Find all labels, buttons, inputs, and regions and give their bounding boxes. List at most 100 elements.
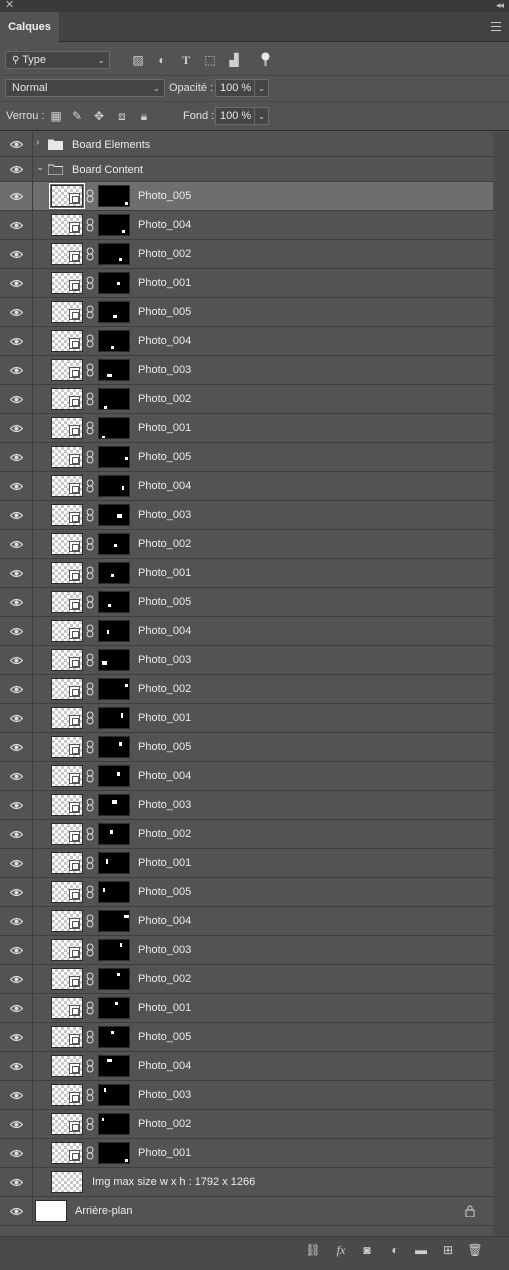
layer-mask-thumbnail[interactable] bbox=[98, 968, 130, 990]
layer-row[interactable]: Photo_005 bbox=[0, 588, 493, 617]
visibility-toggle[interactable] bbox=[0, 820, 33, 848]
layer-row[interactable]: Photo_005 bbox=[0, 1023, 493, 1052]
smart-object-filter-icon[interactable]: ▟ bbox=[227, 53, 241, 67]
lock-image-icon[interactable]: ✎ bbox=[70, 109, 84, 123]
visibility-toggle[interactable] bbox=[0, 240, 33, 268]
layer-row[interactable]: Photo_001 bbox=[0, 414, 493, 443]
visibility-toggle[interactable] bbox=[0, 327, 33, 355]
layer-mask-thumbnail[interactable] bbox=[98, 591, 130, 613]
visibility-toggle[interactable] bbox=[0, 1023, 33, 1051]
layer-row[interactable]: Photo_002 bbox=[0, 1110, 493, 1139]
layer-mask-thumbnail[interactable] bbox=[98, 736, 130, 758]
lock-position-icon[interactable]: ✥ bbox=[92, 109, 106, 123]
layer-mask-thumbnail[interactable] bbox=[98, 388, 130, 410]
link-icon[interactable] bbox=[86, 450, 94, 464]
layer-row[interactable]: Photo_002 bbox=[0, 965, 493, 994]
layer-mask-thumbnail[interactable] bbox=[98, 359, 130, 381]
link-icon[interactable] bbox=[86, 1146, 94, 1160]
layer-mask-thumbnail[interactable] bbox=[98, 910, 130, 932]
link-icon[interactable] bbox=[86, 653, 94, 667]
chevron-right-icon[interactable]: › bbox=[36, 137, 39, 148]
layer-group-row[interactable]: › Board Elements bbox=[0, 132, 493, 157]
visibility-toggle[interactable] bbox=[0, 414, 33, 442]
lock-transparency-icon[interactable]: ▦ bbox=[49, 109, 63, 123]
shape-filter-icon[interactable]: ⬚ bbox=[203, 53, 217, 67]
chevron-down-icon[interactable]: ⌄ bbox=[36, 162, 44, 173]
link-icon[interactable] bbox=[86, 508, 94, 522]
visibility-toggle[interactable] bbox=[0, 269, 33, 297]
blend-mode-dropdown[interactable]: Normal ⌄ bbox=[5, 79, 165, 97]
image-filter-icon[interactable]: ▨ bbox=[131, 53, 145, 67]
link-icon[interactable] bbox=[86, 885, 94, 899]
link-icon[interactable] bbox=[86, 1030, 94, 1044]
link-icon[interactable] bbox=[86, 1117, 94, 1131]
visibility-toggle[interactable] bbox=[0, 1197, 33, 1225]
tab-calques[interactable]: Calques bbox=[0, 12, 59, 42]
layer-mask-thumbnail[interactable] bbox=[98, 417, 130, 439]
layer-row[interactable]: Photo_004 bbox=[0, 211, 493, 240]
layer-row[interactable]: Img max size w x h : 1792 x 1266 bbox=[0, 1168, 493, 1197]
layer-row[interactable]: Photo_001 bbox=[0, 269, 493, 298]
filter-toggle-icon[interactable] bbox=[261, 52, 270, 67]
layer-mask-thumbnail[interactable] bbox=[98, 678, 130, 700]
visibility-toggle[interactable] bbox=[0, 356, 33, 384]
link-icon[interactable] bbox=[86, 624, 94, 638]
layer-mask-thumbnail[interactable] bbox=[98, 446, 130, 468]
layer-row[interactable]: Photo_004 bbox=[0, 907, 493, 936]
scrollbar[interactable] bbox=[493, 132, 509, 1236]
visibility-toggle[interactable] bbox=[0, 182, 33, 210]
link-icon[interactable] bbox=[86, 856, 94, 870]
layer-mask-thumbnail[interactable] bbox=[98, 765, 130, 787]
link-icon[interactable] bbox=[86, 392, 94, 406]
opacity-chevron-icon[interactable]: ⌄ bbox=[255, 79, 269, 97]
visibility-toggle[interactable] bbox=[0, 936, 33, 964]
visibility-toggle[interactable] bbox=[0, 132, 33, 156]
layer-mask-thumbnail[interactable] bbox=[98, 330, 130, 352]
layer-row[interactable]: Photo_004 bbox=[0, 472, 493, 501]
layer-row[interactable]: Photo_005 bbox=[0, 182, 493, 211]
layer-row[interactable]: Photo_001 bbox=[0, 1139, 493, 1168]
layer-mask-thumbnail[interactable] bbox=[98, 214, 130, 236]
visibility-toggle[interactable] bbox=[0, 965, 33, 993]
link-icon[interactable] bbox=[86, 1088, 94, 1102]
layer-mask-thumbnail[interactable] bbox=[98, 504, 130, 526]
layer-row[interactable]: Photo_004 bbox=[0, 1052, 493, 1081]
layer-mask-thumbnail[interactable] bbox=[98, 649, 130, 671]
visibility-toggle[interactable] bbox=[0, 791, 33, 819]
link-icon[interactable] bbox=[86, 247, 94, 261]
link-icon[interactable] bbox=[86, 972, 94, 986]
layer-mask-thumbnail[interactable] bbox=[98, 1055, 130, 1077]
link-icon[interactable] bbox=[86, 363, 94, 377]
layer-row[interactable]: Photo_004 bbox=[0, 762, 493, 791]
layer-row[interactable]: Photo_002 bbox=[0, 240, 493, 269]
visibility-toggle[interactable] bbox=[0, 443, 33, 471]
layer-mask-thumbnail[interactable] bbox=[98, 1142, 130, 1164]
visibility-toggle[interactable] bbox=[0, 1168, 33, 1196]
layer-row[interactable]: Photo_005 bbox=[0, 443, 493, 472]
close-icon[interactable]: ✕ bbox=[5, 0, 14, 11]
panel-menu-icon[interactable] bbox=[491, 22, 501, 31]
link-icon[interactable] bbox=[86, 1001, 94, 1015]
layer-row[interactable]: Photo_003 bbox=[0, 936, 493, 965]
lock-all-icon[interactable]: 🔒︎ bbox=[137, 109, 151, 123]
link-icon[interactable] bbox=[86, 1059, 94, 1073]
visibility-toggle[interactable] bbox=[0, 704, 33, 732]
visibility-toggle[interactable] bbox=[0, 1052, 33, 1080]
collapse-icon[interactable]: ◂◂ bbox=[496, 0, 504, 11]
layer-row[interactable]: Photo_005 bbox=[0, 733, 493, 762]
visibility-toggle[interactable] bbox=[0, 994, 33, 1022]
visibility-toggle[interactable] bbox=[0, 878, 33, 906]
layer-row[interactable]: Photo_003 bbox=[0, 1081, 493, 1110]
link-icon[interactable] bbox=[86, 479, 94, 493]
add-mask-icon[interactable]: ◙ bbox=[359, 1242, 375, 1258]
layer-mask-thumbnail[interactable] bbox=[98, 881, 130, 903]
layer-row[interactable]: Photo_001 bbox=[0, 994, 493, 1023]
visibility-toggle[interactable] bbox=[0, 588, 33, 616]
link-icon[interactable] bbox=[86, 827, 94, 841]
layer-mask-thumbnail[interactable] bbox=[98, 1113, 130, 1135]
new-group-icon[interactable]: ▬ bbox=[413, 1242, 429, 1258]
layer-row[interactable]: Photo_005 bbox=[0, 878, 493, 907]
visibility-toggle[interactable] bbox=[0, 1139, 33, 1167]
layer-row[interactable]: Photo_003 bbox=[0, 356, 493, 385]
layer-row[interactable]: Photo_003 bbox=[0, 646, 493, 675]
